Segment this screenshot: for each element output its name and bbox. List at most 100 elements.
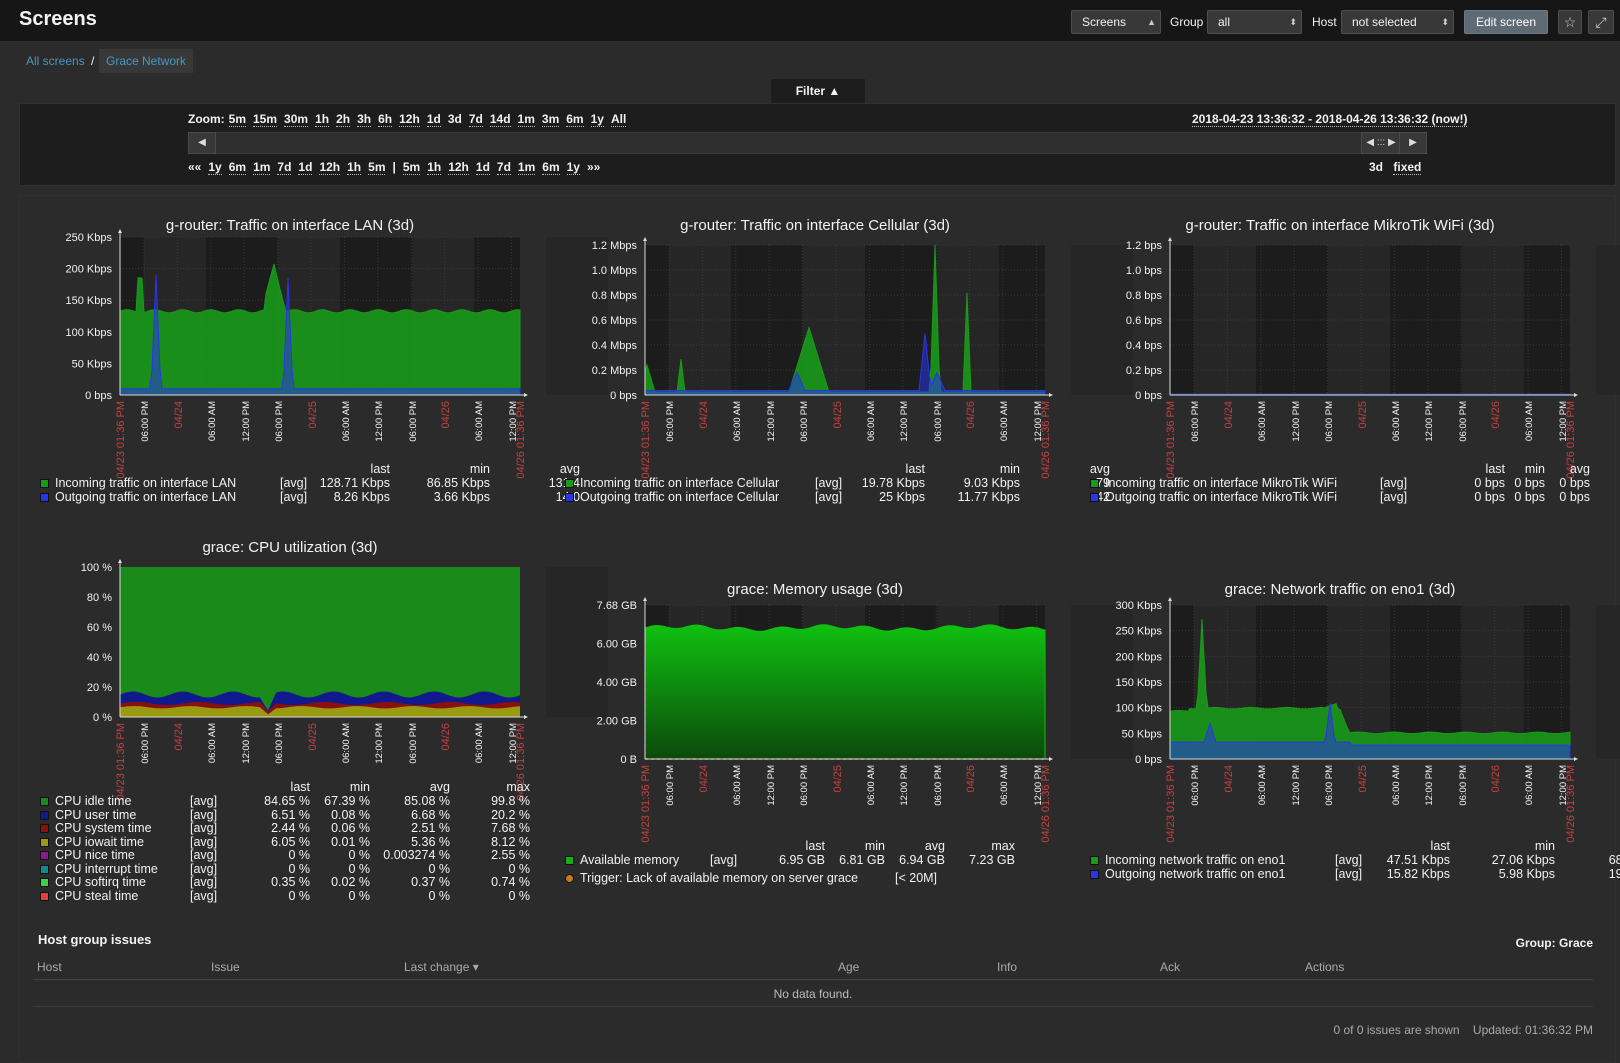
legend-func: [avg]: [280, 489, 308, 504]
legend-min: 0.06 %: [331, 821, 370, 835]
scroll-right-button[interactable]: ▶: [1399, 132, 1427, 154]
select-arrows-icon: ⬍: [1289, 17, 1297, 27]
legend-min: 9.03 Kbps: [963, 476, 1020, 490]
trigger-condition: [< 20M]: [895, 870, 938, 885]
zoom-12h[interactable]: 12h: [399, 112, 420, 127]
drag-handle-icon: ◀ ::: ▶: [1366, 137, 1396, 148]
nav-forward-3[interactable]: 1d: [475, 160, 490, 175]
legend-last: 8.26 Kbps: [333, 489, 390, 504]
nav-forward-5[interactable]: 1m: [517, 160, 536, 175]
legend-avg: 0.003274 %: [383, 848, 450, 862]
legend-series-name: CPU softirq time: [55, 875, 146, 889]
zoom-3m[interactable]: 3m: [541, 112, 560, 127]
zoom-1h[interactable]: 1h: [315, 112, 330, 127]
nav-back-0[interactable]: ««: [188, 160, 201, 174]
graph-legend: last min avg Incoming traffic on interface …: [1090, 462, 1590, 662]
screens-select[interactable]: Screens ▲: [1071, 10, 1161, 34]
zoom-5m[interactable]: 5m: [228, 112, 246, 127]
col-last-change[interactable]: Last change ▾: [404, 960, 479, 974]
zoom-7d[interactable]: 7d: [468, 112, 483, 127]
legend-min: 11.77 Kbps: [957, 489, 1020, 504]
legend-max: 0 %: [508, 861, 530, 876]
nav-back-7[interactable]: 1h: [347, 160, 362, 175]
col-issue: Issue: [211, 960, 240, 974]
zoom-3d[interactable]: 3d: [448, 112, 462, 126]
nav-forward-6[interactable]: 6m: [542, 160, 560, 175]
scroll-left-button[interactable]: ◀: [188, 132, 216, 154]
legend-row: CPU user time [avg] 6.51 % 0.08 % 6.68 % 20.2…: [40, 807, 530, 822]
edit-screen-button[interactable]: Edit screen: [1464, 10, 1548, 34]
zoom-6m[interactable]: 6m: [566, 112, 584, 127]
nav-back-3[interactable]: 1m: [253, 160, 271, 175]
zoom-30m[interactable]: 30m: [284, 112, 309, 127]
divider: [33, 979, 1593, 980]
nav-forward-2[interactable]: 12h: [448, 160, 469, 175]
legend-series-name: Incoming traffic on interface LAN: [55, 476, 237, 490]
legend-series-name: Incoming network traffic on eno1: [1105, 853, 1286, 867]
legend-row: Incoming network traffic on eno1 [avg] 47.…: [1090, 853, 1620, 867]
period-text[interactable]: 2018-04-23 13:36:32 - 2018-04-26 13:36:3…: [1192, 112, 1468, 127]
zoom-6h[interactable]: 6h: [378, 112, 393, 127]
nav-back-4[interactable]: 7d: [277, 160, 292, 175]
col-info: Info: [997, 960, 1018, 974]
legend-max: 99.8 %: [491, 794, 530, 808]
nav-forward-0[interactable]: 5m: [402, 160, 421, 175]
legend-swatch: [40, 891, 49, 901]
legend-min: 0.01 %: [331, 834, 370, 849]
nav-forward-7[interactable]: 1y: [566, 160, 580, 175]
zoom-1y[interactable]: 1y: [590, 112, 604, 127]
legend-avg: 0.37 %: [411, 875, 450, 889]
nav-back-6[interactable]: 12h: [319, 160, 341, 175]
nav-forward-4[interactable]: 7d: [496, 160, 511, 175]
legend-header-avg: avg: [1569, 462, 1590, 476]
legend-row: Incoming traffic on interface Cellular [a…: [565, 476, 1110, 490]
group-select[interactable]: all ⬍: [1207, 10, 1302, 34]
zoom-15m[interactable]: 15m: [253, 112, 278, 127]
favorite-star-button[interactable]: ☆: [1558, 10, 1582, 34]
legend-series-name: Outgoing traffic on interface MikroTik W…: [1105, 489, 1338, 504]
zoom-1m[interactable]: 1m: [517, 112, 535, 127]
timeline-scrollbar[interactable]: ◀ ◀ ::: ▶ ▶: [188, 132, 1427, 154]
legend-series-name: Incoming traffic on interface Cellular: [580, 476, 780, 490]
nav-back-5[interactable]: 1d: [298, 160, 313, 175]
legend-swatch: [40, 797, 49, 806]
nav-forward-1[interactable]: 1h: [427, 160, 442, 175]
legend-func: [avg]: [815, 489, 843, 504]
zoom-label: Zoom:: [188, 112, 225, 126]
filter-tab[interactable]: Filter ▲: [771, 79, 865, 103]
legend-max: 0 %: [508, 888, 530, 903]
period-duration: 3d: [1369, 160, 1384, 174]
legend-header-max: max: [506, 780, 530, 794]
fullscreen-button[interactable]: ⤢: [1588, 10, 1614, 34]
legend-func: [avg]: [815, 476, 843, 490]
legend-series-name: Outgoing traffic on interface Cellular: [580, 489, 780, 504]
legend-min: 0.08 %: [331, 807, 370, 822]
legend-header-av: av: [1570, 839, 1620, 853]
zoom-1d[interactable]: 1d: [426, 112, 441, 127]
nav-back-8[interactable]: 5m: [368, 160, 386, 175]
zoom-all[interactable]: All: [610, 112, 627, 127]
fixed-link[interactable]: fixed: [1393, 160, 1422, 175]
nav-back-1[interactable]: 1y: [208, 160, 222, 175]
no-data-message: No data found.: [773, 987, 853, 1001]
legend-avg: 6.94 GB: [899, 853, 945, 867]
zoom-3h[interactable]: 3h: [357, 112, 372, 127]
select-arrows-icon: ▲: [1147, 17, 1156, 27]
trigger-name: Trigger: Lack of available memory on ser…: [580, 870, 859, 885]
legend-swatch: [40, 810, 49, 820]
zoom-2h[interactable]: 2h: [336, 112, 351, 127]
legend-series-name: CPU system time: [55, 821, 152, 835]
breadcrumb-current[interactable]: Grace Network: [99, 49, 194, 73]
col-host: Host: [37, 960, 62, 974]
timeline-handle[interactable]: ◀ ::: ▶: [1361, 132, 1401, 154]
legend-min: 0.02 %: [331, 875, 370, 889]
zoom-14d[interactable]: 14d: [489, 112, 511, 127]
nav-forward-8[interactable]: »»: [587, 160, 600, 174]
legend-swatch: [565, 479, 574, 488]
legend-swatch: [40, 864, 49, 874]
breadcrumb-all-screens[interactable]: All screens: [26, 54, 85, 68]
host-select[interactable]: not selected ⬍: [1341, 10, 1454, 34]
legend-row: Outgoing network traffic on eno1 [avg] 15.…: [1090, 867, 1620, 881]
host-select-value: not selected: [1352, 15, 1417, 29]
nav-back-2[interactable]: 6m: [228, 160, 247, 175]
